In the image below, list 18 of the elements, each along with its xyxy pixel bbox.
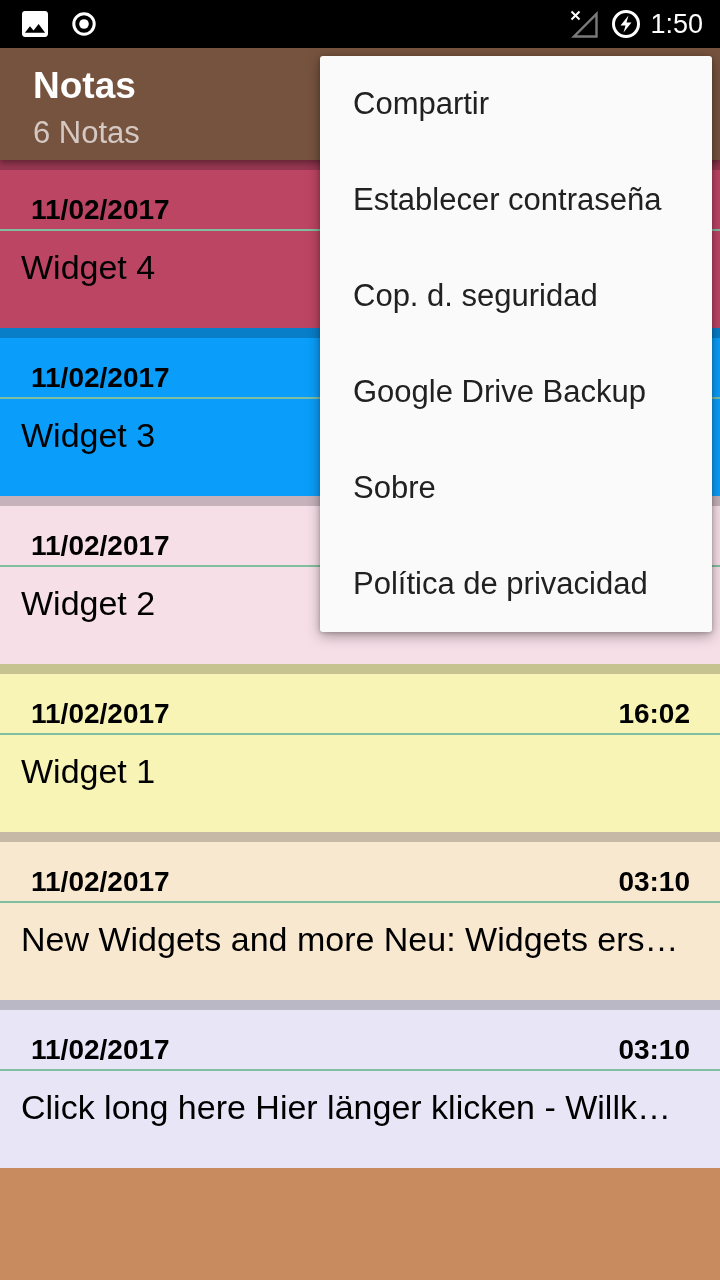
note-date: 11/02/2017 (31, 865, 170, 899)
note-title: Widget 2 (21, 583, 156, 624)
note-title: Widget 3 (21, 415, 156, 456)
note-count: 6 Notas (33, 115, 140, 151)
clock-time: 1:50 (650, 8, 703, 40)
note-time: 03:10 (618, 865, 690, 899)
note-time: 03:10 (618, 1033, 690, 1067)
note-date: 11/02/2017 (31, 361, 170, 395)
app-title: Notas (33, 64, 136, 108)
note-time: 16:02 (618, 697, 690, 731)
note-date: 11/02/2017 (31, 697, 170, 731)
note-date: 11/02/2017 (31, 529, 170, 563)
note-date: 11/02/2017 (31, 1033, 170, 1067)
note-date: 11/02/2017 (31, 193, 170, 227)
note-title: New Widgets and more Neu: Widgets ers… (21, 919, 679, 960)
note-title: Click long here Hier länger klicken - Willk… (21, 1087, 671, 1128)
note-title: Widget 1 (21, 751, 156, 792)
note-title: Widget 4 (21, 247, 156, 288)
